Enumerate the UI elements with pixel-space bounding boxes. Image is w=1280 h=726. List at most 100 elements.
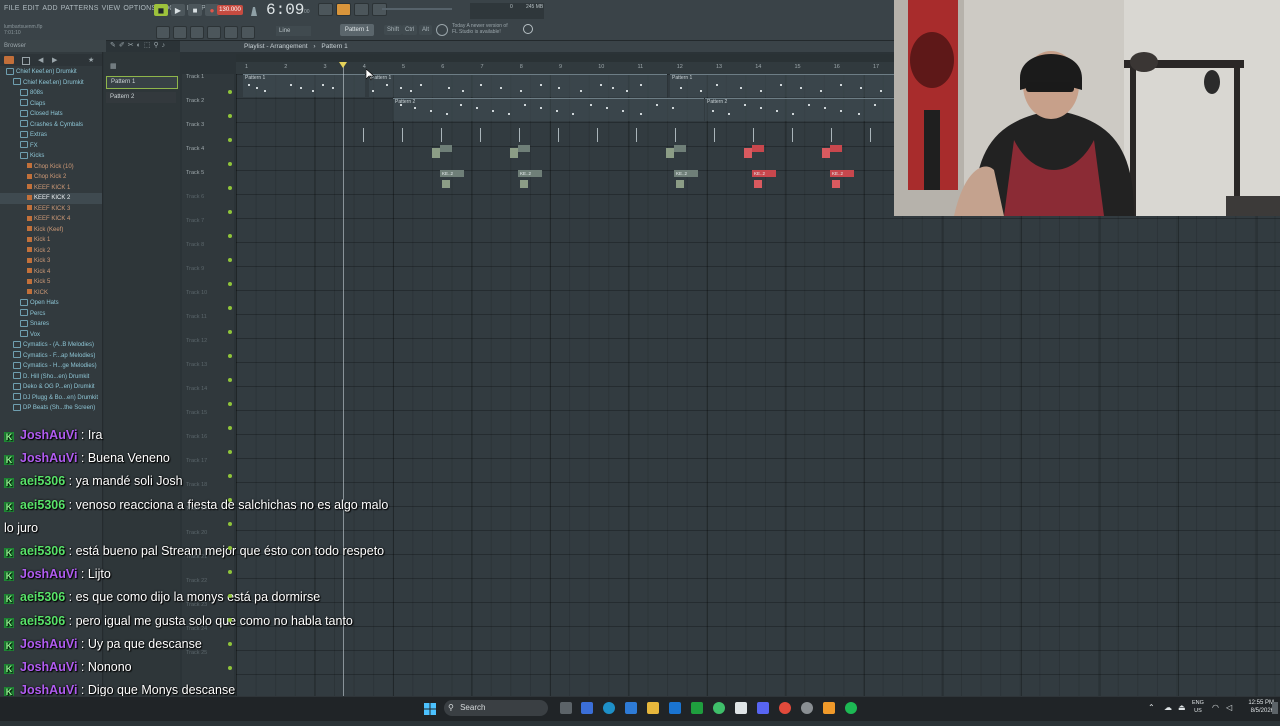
kick-note[interactable] (432, 148, 440, 158)
menu-item-edit[interactable]: EDIT (23, 5, 40, 12)
browser-item[interactable]: Closed Hats (0, 109, 102, 120)
track-label[interactable]: Track 12 (186, 338, 207, 344)
browser-item[interactable]: Chop Kick 2 (0, 172, 102, 183)
kick-clip[interactable]: KE..2 (440, 170, 464, 177)
pattern-clip[interactable]: Pattern 1 (369, 74, 667, 97)
obs-icon[interactable] (801, 702, 813, 714)
delete-tool-icon[interactable]: ✂ (128, 42, 137, 49)
mixer-window-icon[interactable] (207, 26, 221, 39)
track-active-led[interactable] (228, 618, 232, 622)
kick-note[interactable] (754, 180, 762, 188)
browser-icon[interactable] (779, 702, 791, 714)
track-label[interactable]: Track 5 (186, 170, 204, 176)
browser-item[interactable]: Cymatics - (A..B Melodies) (0, 340, 102, 351)
menu-item-patterns[interactable]: PATTERNS (61, 5, 99, 12)
file-explorer-icon[interactable] (647, 702, 659, 714)
track-active-led[interactable] (228, 522, 232, 526)
piano-roll-window-icon[interactable] (173, 26, 187, 39)
task-view-icon[interactable] (560, 702, 572, 714)
kick-clip[interactable] (674, 145, 686, 152)
track-label[interactable]: Track 21 (186, 554, 207, 560)
step-edit-icon[interactable] (336, 3, 351, 16)
track-active-led[interactable] (228, 186, 232, 190)
windows-start-icon[interactable] (424, 702, 436, 715)
mail-icon[interactable] (669, 702, 681, 714)
play-button[interactable]: ▶ (171, 4, 185, 16)
notification-icon[interactable] (1272, 702, 1278, 714)
track-label[interactable]: Track 4 (186, 146, 204, 152)
kick-note[interactable] (666, 148, 674, 158)
chrome-icon[interactable] (713, 702, 725, 714)
loop-record-icon[interactable] (354, 3, 369, 16)
track-active-led[interactable] (228, 426, 232, 430)
kick-note[interactable] (442, 180, 450, 188)
browser-item[interactable]: Kick 4 (0, 267, 102, 278)
kick-clip[interactable] (440, 145, 452, 152)
taskbar-search[interactable]: ⚲ Search (444, 700, 548, 716)
track-label[interactable]: Track 23 (186, 602, 207, 608)
volume-icon[interactable]: ◁ (1226, 703, 1232, 712)
track-active-led[interactable] (228, 474, 232, 478)
track-label[interactable]: Track 13 (186, 362, 207, 368)
track-active-led[interactable] (228, 594, 232, 598)
playlist-current-pattern[interactable]: Pattern 1 (321, 43, 347, 50)
notepad-icon[interactable] (735, 702, 747, 714)
tempo-display[interactable]: 130.000 (217, 5, 243, 15)
track-label[interactable]: Track 1 (186, 74, 204, 80)
store-icon[interactable] (625, 702, 637, 714)
track-active-led[interactable] (228, 546, 232, 550)
playhead-marker[interactable] (339, 62, 347, 68)
browser-item[interactable]: Extras (0, 130, 102, 141)
browser-window-icon[interactable] (224, 26, 238, 39)
shift-key-indicator[interactable]: Shift (384, 25, 403, 35)
browser-item[interactable]: Kick 3 (0, 256, 102, 267)
track-active-led[interactable] (228, 210, 232, 214)
track-active-led[interactable] (228, 642, 232, 646)
track-active-led[interactable] (228, 330, 232, 334)
track-label[interactable]: Track 6 (186, 194, 204, 200)
track-active-led[interactable] (228, 450, 232, 454)
pattern-clip[interactable]: Pattern 1 (670, 74, 894, 97)
browser-item[interactable]: Chief Keef.en) Drumkit (0, 67, 102, 78)
pattern-clip[interactable]: Pattern 2 (705, 98, 894, 121)
master-volume-slider[interactable] (382, 8, 452, 10)
menu-item-file[interactable]: FILE (4, 5, 20, 12)
track-label[interactable]: Track 9 (186, 266, 204, 272)
kick-note[interactable] (744, 148, 752, 158)
discord-icon[interactable] (757, 702, 769, 714)
track-active-led[interactable] (228, 354, 232, 358)
browser-item[interactable]: Cymatics - F...ap Melodies) (0, 351, 102, 362)
browser-item[interactable]: Chop Kick (10) (0, 162, 102, 173)
browser-item[interactable]: Kick 1 (0, 235, 102, 246)
back-arrow-icon[interactable]: ◀ (38, 56, 43, 64)
track-label[interactable]: Track 10 (186, 290, 207, 296)
menu-item-add[interactable]: ADD (42, 5, 57, 12)
browser-item[interactable]: Crashes & Cymbals (0, 120, 102, 131)
kick-clip[interactable] (752, 145, 764, 152)
browser-item[interactable]: 808s (0, 88, 102, 99)
track-label[interactable]: Track 15 (186, 410, 207, 416)
browser-item[interactable]: Kicks (0, 151, 102, 162)
pattern-clip[interactable]: Pattern 2 (393, 98, 704, 121)
pattern-item-1[interactable]: Pattern 1 (106, 76, 178, 89)
draw-tool-icon[interactable]: ✎ (110, 42, 119, 49)
kick-clip[interactable]: KE..2 (674, 170, 698, 177)
browser-item[interactable]: Cymatics - H...ge Melodies) (0, 361, 102, 372)
kick-note[interactable] (510, 148, 518, 158)
browser-item[interactable]: Kick 2 (0, 246, 102, 257)
kick-clip[interactable]: KE..2 (518, 170, 542, 177)
kick-note[interactable] (676, 180, 684, 188)
browser-item[interactable]: KEEF KICK 2 (0, 193, 102, 204)
playback-tool-icon[interactable]: ♪ (162, 42, 169, 49)
kick-note[interactable] (520, 180, 528, 188)
playlist-scroll[interactable] (236, 54, 894, 62)
star-icon[interactable]: ★ (88, 56, 94, 64)
track-active-led[interactable] (228, 234, 232, 238)
pattern-clip[interactable]: Pattern 1 (243, 74, 365, 97)
onedrive-icon[interactable]: ☁ (1164, 703, 1172, 712)
browser-item[interactable]: Deko & OG P...en) Drumkit (0, 382, 102, 393)
pattern-selector[interactable]: Pattern 1 (340, 24, 374, 36)
snap-selector[interactable]: Line (276, 26, 311, 36)
browser-item[interactable]: Chief Keef.en) Drumkit (0, 78, 102, 89)
kick-clip[interactable] (518, 145, 530, 152)
